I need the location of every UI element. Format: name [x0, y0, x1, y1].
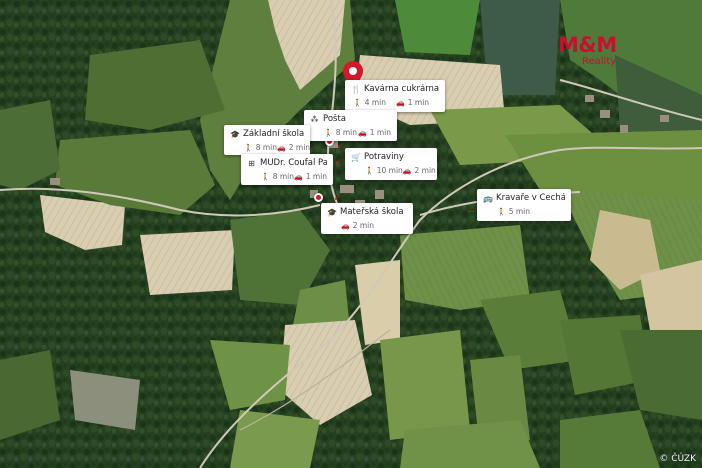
car-icon: 🚗 — [402, 167, 412, 175]
school-icon: 🎓 — [230, 130, 240, 139]
poi-title: Pošta — [323, 114, 346, 124]
poi-title: Potraviny — [364, 152, 404, 162]
walk-icon: 🚶 — [497, 208, 506, 216]
brand-name: M&M — [558, 33, 617, 57]
car-icon: 🚗 — [341, 222, 350, 230]
car-time: 1 min — [305, 172, 328, 181]
car-icon: 🚗 — [396, 99, 405, 107]
poi-card-kravare[interactable]: 🚌Kravaře v Čechách 🚶5 min — [477, 189, 571, 221]
poi-arrow: ↙ — [335, 157, 342, 166]
poi-dot[interactable] — [314, 193, 323, 202]
walk-icon: 🚶 — [261, 173, 270, 181]
bus-icon: 🚌 — [483, 194, 493, 203]
walk-icon: 🚶 — [324, 129, 333, 137]
car-time: 2 min — [352, 221, 375, 230]
poi-title: Kravaře v Čechách — [496, 193, 565, 203]
walk-time: 8 min — [255, 143, 278, 152]
medical-icon: ⊞ — [248, 159, 255, 168]
map-view[interactable]: ↙ ↙ ↙ ↙ ← 🍴Kavárna cukrárna... 🚶4 min🚗1 … — [0, 0, 702, 468]
poi-title: MUDr. Coufal Pav... — [260, 158, 327, 168]
cutlery-icon: 🍴 — [351, 85, 361, 94]
car-icon: 🚗 — [277, 144, 286, 152]
poi-card-mudr[interactable]: ⊞ MUDr. Coufal Pav... 🚶8 min🚗1 min — [241, 154, 333, 185]
walk-time: 4 min — [364, 98, 387, 107]
car-icon: 🚗 — [294, 173, 303, 181]
walk-time: 5 min — [508, 207, 531, 216]
poi-card-materska-skola[interactable]: 🎓Mateřská škola K... 🚗2 min — [321, 203, 413, 234]
car-time: 1 min — [369, 128, 391, 137]
poi-title: Mateřská škola K... — [340, 207, 407, 217]
school-icon: 🎓 — [327, 208, 337, 217]
walk-time: 8 min — [335, 128, 358, 137]
walk-icon: 🚶 — [244, 144, 253, 152]
walk-icon: 🚶 — [365, 167, 374, 175]
poi-card-potraviny[interactable]: 🛒 Potraviny 🚶 10 min 🚗 2 min — [345, 148, 437, 180]
car-time: 2 min — [414, 166, 436, 175]
car-icon: 🚗 — [357, 129, 367, 137]
poi-arrow: ↙ — [337, 141, 344, 150]
poi-card-zakladni-skola[interactable]: 🎓Základní škola Kr... 🚶8 min🚗2 min — [224, 125, 310, 155]
poi-title: Základní škola Kr... — [243, 129, 304, 139]
post-icon: ⁂ — [310, 115, 319, 124]
walk-time: 10 min — [376, 166, 403, 175]
poi-arrow: ← — [468, 207, 475, 216]
brand-logo: M&M Reality — [558, 34, 636, 78]
brand-sub: Reality — [582, 56, 617, 67]
walk-time: 8 min — [272, 172, 295, 181]
car-time: 1 min — [407, 98, 430, 107]
cart-icon: 🛒 — [351, 153, 361, 162]
walk-icon: 🚶 — [353, 99, 362, 107]
poi-title: Kavárna cukrárna... — [364, 84, 439, 94]
car-time: 2 min — [288, 143, 310, 152]
poi-arrow: ↙ — [334, 193, 341, 202]
poi-card-posta[interactable]: ⁂ Pošta 🚶 8 min 🚗 1 min — [304, 110, 397, 141]
poi-card-kavarna[interactable]: 🍴 Kavárna cukrárna... 🚶 4 min 🚗 1 min — [345, 80, 445, 112]
copyright-text: © ČÚZK — [659, 454, 696, 464]
